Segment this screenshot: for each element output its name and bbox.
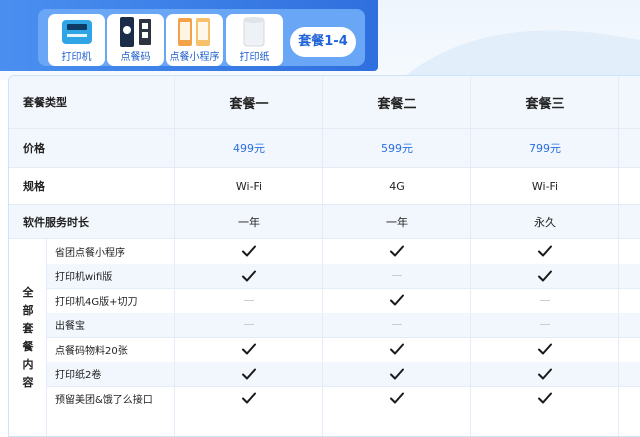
contents-label-char: 套: [22, 321, 34, 335]
product-label: 打印纸: [239, 52, 270, 63]
dash-mark: [540, 324, 550, 326]
contents-label-char: 容: [22, 375, 34, 389]
check-icon: [175, 386, 323, 411]
contents-block: 全 部 套 餐 内 容 省团点餐小程序 打印机wifi版打印机4G版+切刀 出餐宝点…: [9, 239, 640, 436]
dash-mark: [244, 299, 254, 301]
column-divider: [46, 239, 47, 436]
check-icon: [175, 264, 323, 289]
plan-one-spec: Wi-Fi: [235, 179, 263, 193]
product-label: 打印机: [61, 52, 92, 63]
price-label: 价格: [23, 142, 45, 155]
qr-stand-icon: [107, 14, 164, 50]
content-item-name: 点餐码物料20张: [55, 345, 128, 357]
column-divider: [618, 76, 619, 436]
product-qr-card[interactable]: 点餐码: [107, 14, 164, 66]
dash-icon: [175, 288, 323, 313]
check-icon: [175, 337, 323, 362]
column-divider: [322, 76, 323, 436]
check-icon: [471, 386, 619, 411]
content-item-row: 打印机wifi版: [47, 263, 640, 289]
plan-three-header: 套餐三: [525, 96, 565, 112]
plan-one-header: 套餐一: [229, 96, 269, 112]
dash-icon: [323, 313, 471, 338]
column-divider: [470, 76, 471, 436]
plan-one-price: 499元: [233, 142, 265, 155]
duration-row: 软件服务时长 一年 一年 永久: [9, 205, 640, 238]
content-item-row: 出餐宝: [47, 312, 640, 338]
product-printer-card[interactable]: 打印机: [48, 14, 105, 66]
check-icon: [471, 264, 619, 289]
content-item-row: 点餐码物料20张: [47, 337, 640, 362]
check-icon: [175, 239, 323, 264]
check-icon: [175, 362, 323, 387]
check-icon: [323, 288, 471, 313]
product-mini-program-card[interactable]: 点餐小程序: [166, 14, 223, 66]
dash-icon: [471, 313, 619, 338]
contents-label-char: 内: [22, 357, 34, 371]
plan-three-price: 799元: [529, 142, 561, 155]
plan-two-spec: 4G: [389, 179, 405, 193]
package-tag[interactable]: 套餐1-4: [290, 27, 356, 57]
content-item-row: 打印机4G版+切刀: [47, 288, 640, 313]
dash-mark: [392, 324, 402, 326]
check-icon: [471, 239, 619, 264]
plan-comparison-table: 套餐类型 套餐一 套餐二 套餐三 价格 499元 599元 799元 规格 Wi…: [8, 75, 640, 437]
column-divider: [174, 76, 175, 436]
product-paper-card[interactable]: 打印纸: [226, 14, 283, 66]
spec-label: 规格: [23, 180, 45, 193]
header-row: 套餐类型 套餐一 套餐二 套餐三: [9, 76, 640, 128]
content-item-row: 打印纸2卷: [47, 361, 640, 387]
contents-label-char: 全: [22, 285, 34, 299]
check-icon: [323, 337, 471, 362]
content-item-name: 省团点餐小程序: [55, 247, 125, 259]
check-icon: [471, 362, 619, 387]
price-row: 价格 499元 599元 799元: [9, 129, 640, 167]
dash-mark: [244, 324, 254, 326]
contents-label-char: 餐: [22, 339, 34, 353]
product-label: 点餐码: [120, 52, 151, 63]
content-item-name: 预留美团&饿了么接口: [55, 394, 153, 406]
mini-program-icon: [166, 14, 223, 50]
dash-icon: [323, 264, 471, 289]
plan-three-duration: 永久: [534, 215, 556, 229]
dash-icon: [175, 313, 323, 338]
plan-two-duration: 一年: [386, 215, 408, 229]
dash-mark: [540, 299, 550, 301]
check-icon: [323, 239, 471, 264]
check-icon: [323, 386, 471, 411]
contents-label-char: 部: [22, 303, 34, 317]
spec-row: 规格 Wi-Fi 4G Wi-Fi: [9, 168, 640, 204]
content-item-row: 预留美团&饿了么接口: [47, 386, 640, 411]
dash-icon: [471, 288, 619, 313]
plan-two-header: 套餐二: [377, 96, 417, 112]
plan-two-price: 599元: [381, 142, 413, 155]
check-icon: [471, 337, 619, 362]
content-item-name: 打印机wifi版: [55, 272, 113, 284]
plan-one-duration: 一年: [238, 215, 260, 229]
content-item-name: 出餐宝: [55, 321, 85, 333]
content-item-name: 打印纸2卷: [55, 370, 102, 382]
printer-icon: [48, 14, 105, 50]
dash-mark: [392, 275, 402, 277]
duration-label: 软件服务时长: [23, 215, 89, 229]
check-icon: [323, 362, 471, 387]
content-item-name: 打印机4G版+切刀: [55, 296, 138, 308]
paper-roll-icon: [226, 14, 283, 50]
contents-label: 全 部 套 餐 内 容: [9, 239, 47, 436]
contents-items: 省团点餐小程序 打印机wifi版打印机4G版+切刀 出餐宝点餐码物料20张 打印纸2卷…: [47, 239, 640, 436]
product-label: 点餐小程序: [169, 52, 220, 63]
content-item-row: 省团点餐小程序: [47, 239, 640, 264]
header-label: 套餐类型: [23, 96, 67, 109]
plan-three-spec: Wi-Fi: [531, 179, 559, 193]
